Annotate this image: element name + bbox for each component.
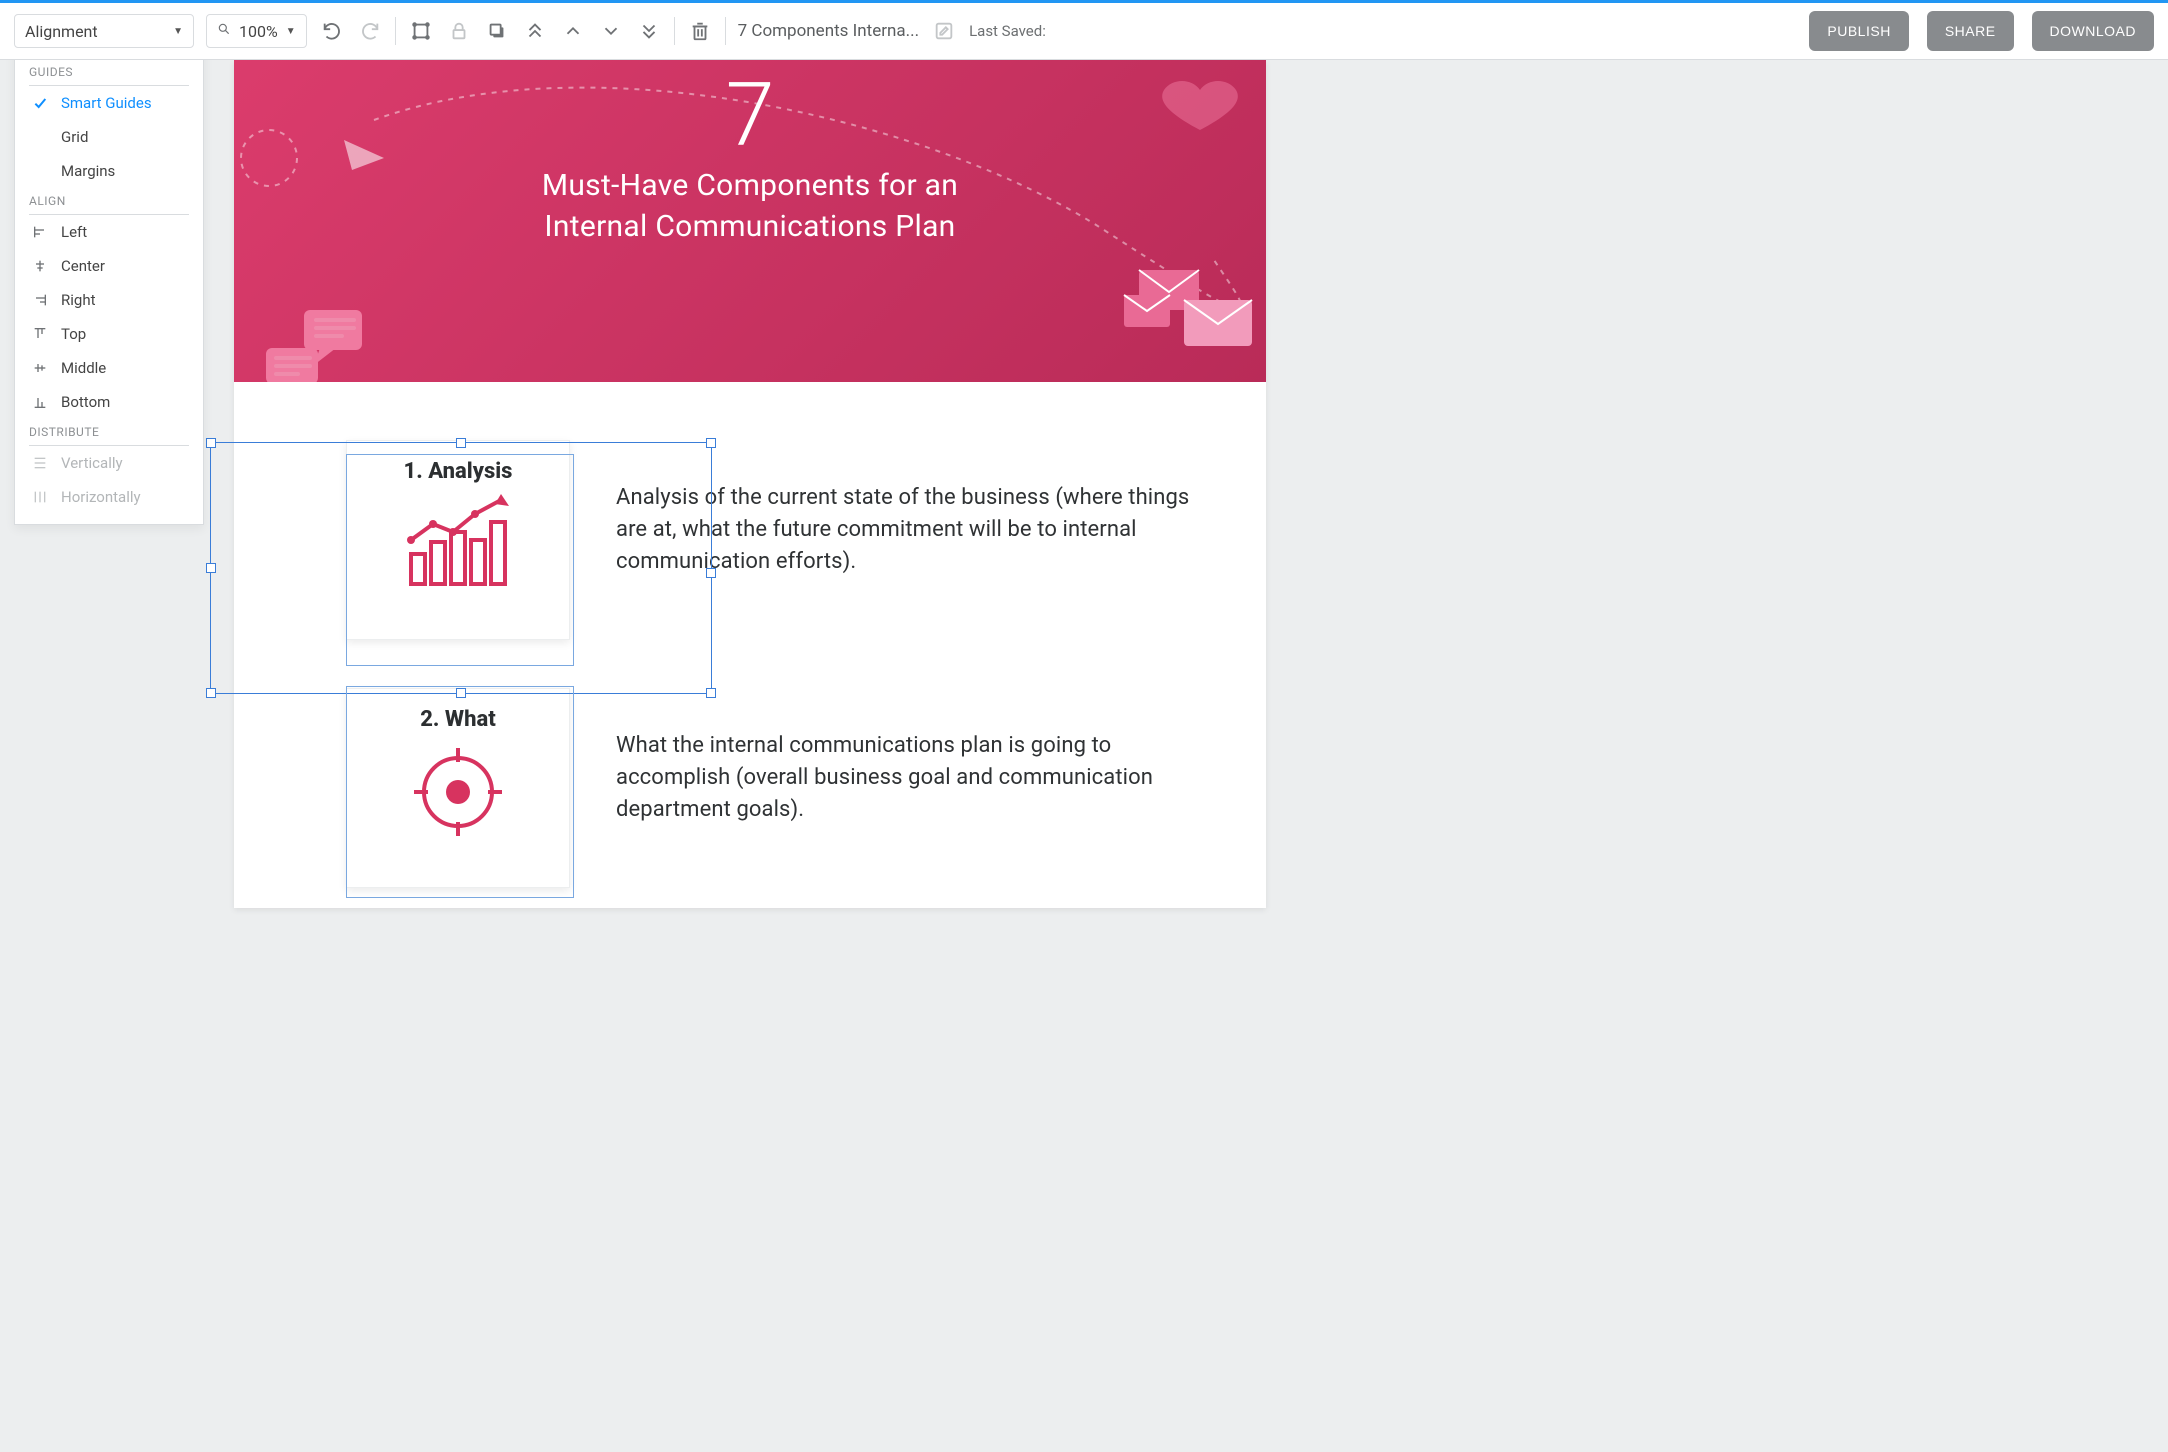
alignment-dropdown[interactable]: Alignment ▼ [14, 14, 194, 48]
edit-title-icon[interactable] [931, 18, 957, 44]
menu-section-guides: GUIDES [29, 65, 189, 86]
document-title: 7 Components Interna... [738, 21, 919, 41]
align-middle-icon [31, 359, 49, 377]
menu-item-distribute-horizontally: Horizontally [29, 480, 189, 514]
magnifier-icon [217, 22, 231, 40]
hero-title-line2: Internal Communications Plan [544, 209, 955, 244]
section-2-description: What the internal communications plan is… [616, 688, 1226, 888]
redo-icon [357, 18, 383, 44]
caret-down-icon: ▼ [173, 26, 183, 37]
distribute-horizontal-icon [31, 488, 49, 506]
download-button[interactable]: DOWNLOAD [2032, 11, 2154, 51]
menu-section-distribute: DISTRIBUTE [29, 425, 189, 446]
analysis-chart-icon [347, 492, 569, 596]
blank-icon [31, 162, 49, 180]
menu-item-label: Top [61, 325, 86, 343]
menu-item-align-center[interactable]: Center [29, 249, 189, 283]
hero-title: Must-Have Components for an Internal Com… [234, 166, 1266, 247]
hero-banner: 7 Must-Have Components for an Internal C… [234, 60, 1266, 382]
share-button[interactable]: SHARE [1927, 11, 2014, 51]
align-top-icon [31, 325, 49, 343]
menu-item-label: Right [61, 291, 95, 309]
section-1: 1. Analysis [234, 382, 1266, 660]
distribute-vertical-icon [31, 454, 49, 472]
align-bottom-icon [31, 393, 49, 411]
bring-to-front-icon[interactable] [522, 18, 548, 44]
zoom-value: 100% [239, 22, 278, 41]
card-analysis[interactable]: 1. Analysis [346, 440, 570, 640]
menu-item-smart-guides[interactable]: Smart Guides [29, 86, 189, 120]
lock-icon [446, 18, 472, 44]
menu-item-distribute-vertically: Vertically [29, 446, 189, 480]
resize-handle-tl[interactable] [206, 438, 216, 448]
zoom-dropdown[interactable]: 100% ▼ [206, 14, 307, 48]
menu-item-align-right[interactable]: Right [29, 283, 189, 317]
menu-item-label: Middle [61, 359, 106, 377]
card-title: 1. Analysis [347, 459, 569, 484]
top-toolbar: Alignment ▼ 100% ▼ 7 Components Intern [0, 0, 2168, 60]
resize-handle-ml[interactable] [206, 563, 216, 573]
send-to-back-icon[interactable] [636, 18, 662, 44]
section-1-description: Analysis of the current state of the bus… [616, 440, 1226, 640]
align-right-icon [31, 291, 49, 309]
menu-item-label: Margins [61, 162, 115, 180]
menu-item-align-bottom[interactable]: Bottom [29, 385, 189, 419]
copy-icon[interactable] [484, 18, 510, 44]
resize-handle-bl[interactable] [206, 688, 216, 698]
card-title: 2. What [347, 707, 569, 732]
delete-icon[interactable] [687, 18, 713, 44]
undo-icon[interactable] [319, 18, 345, 44]
menu-item-align-top[interactable]: Top [29, 317, 189, 351]
hero-title-line1: Must-Have Components for an [542, 168, 958, 203]
card-what[interactable]: 2. What [346, 688, 570, 888]
last-saved-label: Last Saved: [969, 22, 1046, 40]
bring-forward-icon[interactable] [560, 18, 586, 44]
separator [395, 17, 396, 45]
separator [674, 17, 675, 45]
menu-item-label: Horizontally [61, 488, 141, 506]
menu-item-grid[interactable]: Grid [29, 120, 189, 154]
menu-item-label: Smart Guides [61, 94, 152, 112]
alignment-dropdown-label: Alignment [25, 22, 98, 41]
document-canvas[interactable]: 7 Must-Have Components for an Internal C… [234, 60, 1266, 908]
alignment-menu: GUIDES Smart Guides Grid Margins ALIGN L… [14, 60, 204, 525]
send-backward-icon[interactable] [598, 18, 624, 44]
menu-item-margins[interactable]: Margins [29, 154, 189, 188]
menu-item-label: Grid [61, 128, 88, 146]
menu-item-align-middle[interactable]: Middle [29, 351, 189, 385]
check-icon [31, 94, 49, 112]
menu-item-label: Bottom [61, 393, 110, 411]
menu-item-align-left[interactable]: Left [29, 215, 189, 249]
menu-item-label: Vertically [61, 454, 123, 472]
publish-button[interactable]: PUBLISH [1809, 11, 1908, 51]
align-center-icon [31, 257, 49, 275]
section-2: 2. What [234, 660, 1266, 908]
target-icon [347, 740, 569, 844]
menu-section-align: ALIGN [29, 194, 189, 215]
caret-down-icon: ▼ [286, 26, 296, 37]
separator [725, 17, 726, 45]
menu-item-label: Left [61, 223, 87, 241]
group-icon[interactable] [408, 18, 434, 44]
workspace: GUIDES Smart Guides Grid Margins ALIGN L… [0, 60, 2168, 1452]
menu-item-label: Center [61, 257, 105, 275]
blank-icon [31, 128, 49, 146]
align-left-icon [31, 223, 49, 241]
